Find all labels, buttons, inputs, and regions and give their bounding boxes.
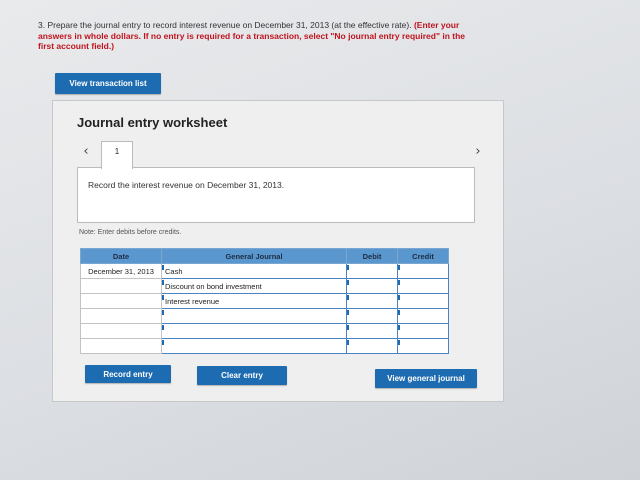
tab-1[interactable]: 1 [101,141,133,169]
chevron-right-icon[interactable]: › [471,145,485,159]
date-cell [80,293,162,309]
account-input[interactable] [161,308,347,324]
journal-table: Date General Journal Debit Credit Decemb… [80,248,449,354]
table-row [80,338,449,354]
credit-input[interactable] [397,263,449,279]
column-header-credit: Credit [397,248,449,264]
question-text: 3. Prepare the journal entry to record i… [38,20,478,52]
table-row: Interest revenue [80,293,449,309]
debit-input[interactable] [346,308,398,324]
worksheet-title: Journal entry worksheet [77,115,228,130]
credit-input[interactable] [397,323,449,339]
table-row: Discount on bond investment [80,278,449,294]
instruction-text: Record the interest revenue on December … [88,180,285,190]
debit-input[interactable] [346,263,398,279]
table-row: December 31, 2013 Cash [80,263,449,279]
debit-input[interactable] [346,278,398,294]
account-input[interactable] [161,338,347,354]
credit-input[interactable] [397,278,449,294]
view-general-journal-button[interactable]: View general journal [375,369,477,388]
account-input[interactable]: Discount on bond investment [161,278,347,294]
credit-input[interactable] [397,308,449,324]
chevron-left-icon[interactable]: ‹ [79,145,93,159]
credit-input[interactable] [397,338,449,354]
table-row [80,323,449,339]
question-prefix: 3. Prepare the journal entry to record i… [38,20,412,30]
column-header-general-journal: General Journal [161,248,347,264]
view-transaction-list-button[interactable]: View transaction list [55,73,161,94]
record-entry-button[interactable]: Record entry [85,365,171,383]
column-header-date: Date [80,248,162,264]
date-cell [80,338,162,354]
debit-input[interactable] [346,338,398,354]
date-cell [80,323,162,339]
note-text: Note: Enter debits before credits. [79,229,182,236]
date-cell [80,308,162,324]
debit-input[interactable] [346,293,398,309]
debit-input[interactable] [346,323,398,339]
account-input[interactable] [161,323,347,339]
column-header-debit: Debit [346,248,398,264]
date-cell: December 31, 2013 [80,263,162,279]
journal-entry-worksheet-panel: Journal entry worksheet ‹ 1 › Record the… [52,100,504,402]
credit-input[interactable] [397,293,449,309]
account-input[interactable]: Interest revenue [161,293,347,309]
account-input[interactable]: Cash [161,263,347,279]
instruction-box: Record the interest revenue on December … [77,167,475,223]
date-cell [80,278,162,294]
clear-entry-button[interactable]: Clear entry [197,366,287,385]
table-row [80,308,449,324]
